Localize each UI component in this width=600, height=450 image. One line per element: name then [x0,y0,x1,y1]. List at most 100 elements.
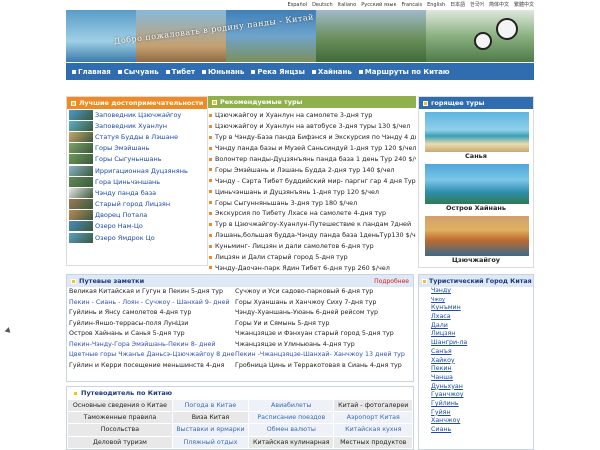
tour-link[interactable]: Чэнду-Даочэн-парк Ядин Тибет 6-дня тур 2… [215,264,390,272]
language-link[interactable]: 日本語 [450,1,465,9]
travel-note-link[interactable]: Чжанцзяцзе и Фэнхуан старый город 5-дня … [235,329,413,340]
travel-note-link[interactable]: Цветные горы Чжанъе Даньсэ-Цзючжайгоу 8 … [69,350,235,361]
tour-item[interactable]: Экскурсия по Тибету Лхасе на самолете 4-… [208,208,416,219]
attraction-link[interactable]: Горы Эмэйшань [95,144,150,152]
tour-link[interactable]: Чэнду - Сэрта Тибет буддийский мир- парг… [215,177,416,185]
city-link[interactable]: Гуйлинь [431,400,533,409]
language-link[interactable]: English [427,1,445,9]
language-link[interactable]: 繁體中文 [514,1,534,9]
language-link[interactable]: Italiano [338,1,357,9]
city-link[interactable]: Сиань [431,426,533,435]
tour-item[interactable]: Горы Эмэйшань и Лэшань Будда 2-дня тур 1… [208,164,416,175]
guide-link[interactable]: Таможенные правила [67,411,173,425]
city-link[interactable]: Санъя [431,348,533,357]
tour-item[interactable]: Лэшань,большая будда-Чэнду панда база 1д… [208,230,416,241]
attraction-item[interactable]: Заповедник Цзючжайгоу [67,109,207,120]
guide-link[interactable]: Посольства [67,423,173,437]
attraction-item[interactable]: Ирригационная Дуцзянянь [67,165,207,176]
nav-item[interactable]: Сычуань [117,68,159,76]
guide-link[interactable]: Местных продуктов [333,435,413,449]
hot-tour-item[interactable]: Санья [425,112,529,161]
city-link[interactable]: Ханчжоу [431,417,533,426]
guide-link[interactable]: Основные сведения о Китае [67,398,173,413]
city-link[interactable]: Кунъмин [431,304,533,313]
attraction-item[interactable]: Гора Циньчэншань [67,176,207,187]
hot-tour-caption[interactable]: Цзючжайгоу [425,256,527,265]
guide-link[interactable]: Китайская кухня [333,423,413,437]
tour-link[interactable]: Чэнду панда базы и Музей Саньсиндуй 1-дн… [215,144,416,152]
attraction-link[interactable]: Дворец Потала [95,211,147,219]
tour-item[interactable]: Чэнду-Даочэн-парк Ядин Тибет 6-дня тур 2… [208,262,416,273]
city-link[interactable]: Гуанчжоу [431,391,533,400]
hot-tour-caption[interactable]: Санья [425,152,527,161]
nav-item[interactable]: Главная [72,68,111,76]
tour-item[interactable]: Тур в Цзючжайгоу-Хуанлун-Путешествие к п… [208,219,416,230]
tour-link[interactable]: Лэшань,большая будда-Чэнду панда база 1д… [215,231,416,239]
language-link[interactable]: Francais [401,1,422,9]
attraction-link[interactable]: Статуя Будды в Лэшане [95,133,178,141]
guide-link[interactable]: Авиабилеты [248,398,335,413]
hot-tour-image[interactable] [425,216,529,256]
attraction-item[interactable]: Дворец Потала [67,210,207,221]
travel-note-link[interactable]: Великая Китайская и Гугун в Пекин 5-дня … [69,287,235,298]
language-link[interactable]: Русский язык [361,1,396,9]
hot-tour-caption[interactable]: Остров Хайнань [425,204,527,213]
travel-note-link[interactable]: Горы Хуаншань и Ханчжоу Сиху 7-дня тур [235,298,413,309]
city-link[interactable]: Пекин [431,365,533,374]
attraction-link[interactable]: Старый город Лицзян [95,200,170,208]
tour-item[interactable]: Чэнду - Сэрта Тибет буддийский мир- парг… [208,175,416,186]
attraction-link[interactable]: Гора Циньчэншань [95,178,160,186]
tour-link[interactable]: Тур в Чэнду-База панда Бифэнся и Экскурс… [215,133,416,141]
city-link[interactable]: Дуньхуан [431,383,533,392]
tour-link[interactable]: Цзючжайгоу и Хуанлун на самолете 3-дня т… [215,111,372,119]
attraction-item[interactable]: Чэнду панда база [67,187,207,198]
attraction-item[interactable]: Горы Эмэйшань [67,143,207,154]
tour-link[interactable]: Цзючжайгоу и Хуанлун на автобусе 3-дня т… [215,122,410,130]
city-link[interactable]: Дали [431,322,533,331]
language-link[interactable]: Deutsch [312,1,333,9]
city-link[interactable]: Лицзян [431,330,533,339]
attraction-link[interactable]: Озеро Ямдрок Цо [95,234,155,242]
city-link[interactable]: Лхаса [431,313,533,322]
attraction-item[interactable]: Озеро Нам-Цо [67,221,207,232]
guide-link[interactable]: Деловой туризм [67,435,173,449]
travel-note-link[interactable]: Гуйлин и Керри посещение меньшинств 4-дн… [69,361,235,372]
hot-tour-item[interactable]: Цзючжайгоу [425,216,529,265]
attraction-item[interactable]: Озеро Ямдрок Цо [67,232,207,243]
attraction-link[interactable]: Заповедник Цзючжайгоу [95,111,181,119]
nav-item[interactable]: Маршруты по Китаю [358,68,450,76]
tour-item[interactable]: Цзючжайгоу и Хуанлун на автобусе 3-дня т… [208,121,416,132]
travel-note-link[interactable]: Пекин - Сиань - Лоян - Сучжоу - Шанхай 9… [69,298,235,309]
language-link[interactable]: Español [287,1,307,9]
attraction-item[interactable]: Статуя Будды в Лэшане [67,131,207,142]
attraction-link[interactable]: Заповедник Хуанлун [95,122,167,130]
tour-item[interactable]: Лицзян и Дали старый город 5-дня тур [208,252,416,263]
language-link[interactable]: 简体中文 [489,1,509,9]
travel-note-link[interactable]: Гуйлин-Яншо-террасы-поля ЛунЦзи [69,319,235,330]
attraction-link[interactable]: Горы Сыгуньншань [95,155,162,163]
nav-item[interactable]: Река Янцзы [251,68,305,76]
tour-link[interactable]: Горы Эмэйшань и Лэшань Будда 2-дня тур 1… [215,166,395,174]
attraction-item[interactable]: Горы Сыгуньншань [67,154,207,165]
more-link[interactable]: Подробнее [374,278,409,285]
guide-link[interactable]: Расписание поездов [248,411,335,425]
tour-item[interactable]: Волонтер панды-Дуцзянъянь панда база 1 д… [208,154,416,165]
travel-note-link[interactable]: Чжанцзяцзе и Улиньюань 4-дня тур [235,340,413,351]
tour-link[interactable]: Циньчэншань и Дуцзянъянь 1-дня тур 120 $… [215,188,379,196]
tour-item[interactable]: Тур в Чэнду-База панда Бифэнся и Экскурс… [208,132,416,143]
city-link[interactable]: Чэнду [431,287,533,296]
guide-link[interactable]: Аэропорт Китая [333,411,413,425]
attraction-link[interactable]: Озеро Нам-Цо [95,222,143,230]
tour-link[interactable]: Куньминг- Лицзян и дали самолетов 6-дня … [215,242,374,250]
travel-note-link[interactable]: Остров Хайнань и Санья 5-дня тур [69,329,235,340]
guide-link[interactable]: Обмен валюты [248,423,335,437]
city-link[interactable]: Хайкоу [431,357,533,366]
tour-item[interactable]: Чэнду панда базы и Музей Саньсиндуй 1-дн… [208,143,416,154]
tour-link[interactable]: Экскурсия по Тибету Лхасе на самолете 4-… [215,209,386,217]
tour-item[interactable]: Куньминг- Лицзян и дали самолетов 6-дня … [208,241,416,252]
travel-note-link[interactable]: Гробница Цинь и Терракотовая в Сиань 4-д… [235,361,413,372]
travel-note-link[interactable]: Пекин-Чэнду-Гора Эмэйшань-Пекин 8- дней [69,340,235,351]
city-link[interactable]: Гуйян [431,409,533,418]
tour-link[interactable]: Горы Сыгунняньшань 3-дня тур 180 $/чел [215,199,357,207]
guide-link[interactable]: Выставки и ярмарки [171,423,250,437]
